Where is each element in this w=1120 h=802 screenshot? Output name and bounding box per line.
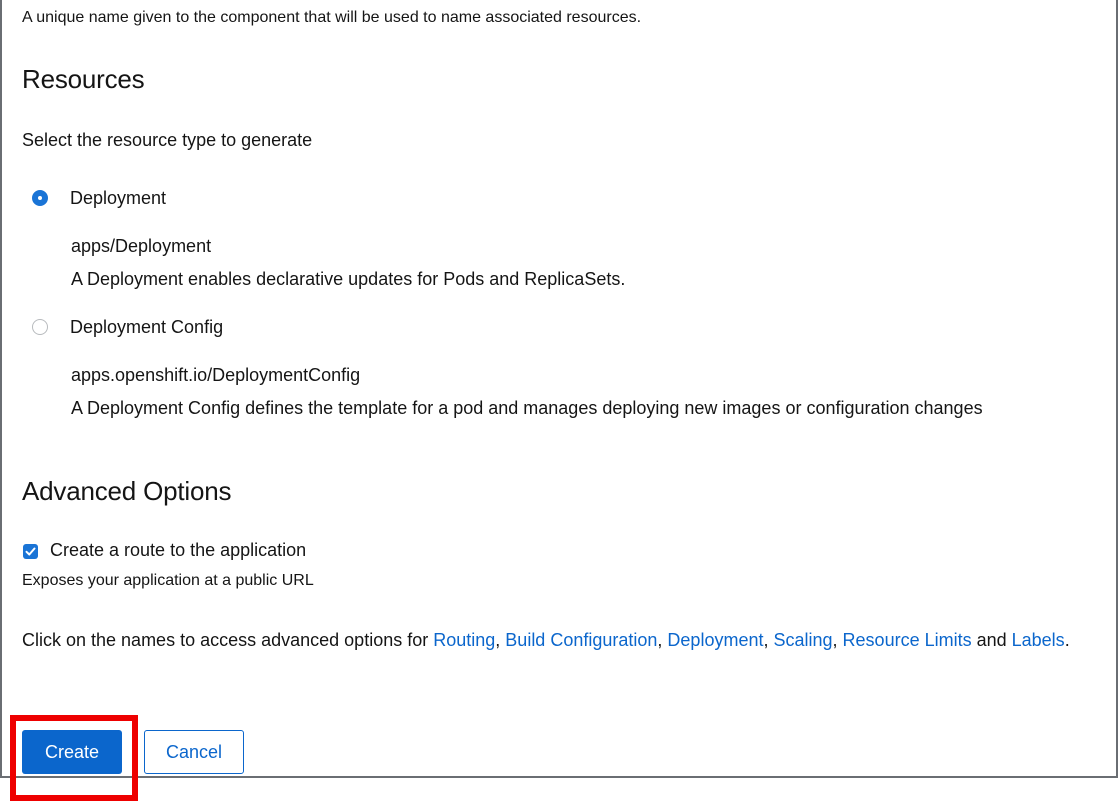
advanced-options-prefix: Click on the names to access advanced op… xyxy=(22,630,434,650)
deployment-radio[interactable] xyxy=(32,190,48,206)
deployment-radio-label[interactable]: Deployment xyxy=(70,188,166,209)
form-panel xyxy=(0,0,1118,778)
link-separator: , xyxy=(657,630,668,650)
name-helper-text: A unique name given to the component tha… xyxy=(22,9,642,26)
checkmark-icon xyxy=(25,547,36,556)
create-route-helper: Exposes your application at a public URL xyxy=(22,572,314,589)
labels-link[interactable]: Labels xyxy=(1012,630,1065,650)
build-configuration-link[interactable]: Build Configuration xyxy=(505,630,657,650)
deployment-api-version: apps/Deployment xyxy=(71,236,212,256)
routing-link[interactable]: Routing xyxy=(433,630,495,650)
create-route-checkbox[interactable] xyxy=(23,544,38,559)
scaling-link[interactable]: Scaling xyxy=(773,630,832,650)
link-separator: , xyxy=(763,630,774,650)
advanced-options-suffix: . xyxy=(1064,630,1070,650)
link-separator: , xyxy=(832,630,843,650)
resources-heading: Resources xyxy=(22,64,145,94)
create-route-label[interactable]: Create a route to the application xyxy=(50,540,306,561)
deployment-config-radio[interactable] xyxy=(32,319,48,335)
deployment-config-api-version: apps.openshift.io/DeploymentConfig xyxy=(71,365,361,385)
link-and-text: and xyxy=(971,630,1012,650)
deployment-description: A Deployment enables declarative updates… xyxy=(71,269,626,289)
link-separator: , xyxy=(495,630,506,650)
resources-subtitle: Select the resource type to generate xyxy=(22,130,313,150)
create-button[interactable]: Create xyxy=(22,730,122,774)
advanced-options-heading: Advanced Options xyxy=(22,476,232,506)
cancel-button[interactable]: Cancel xyxy=(144,730,244,774)
deployment-config-radio-label[interactable]: Deployment Config xyxy=(70,317,223,338)
advanced-options-text: Click on the names to access advanced op… xyxy=(22,630,1070,651)
deployment-link[interactable]: Deployment xyxy=(667,630,763,650)
resource-limits-link[interactable]: Resource Limits xyxy=(843,630,972,650)
deployment-config-description: A Deployment Config defines the template… xyxy=(71,398,983,418)
